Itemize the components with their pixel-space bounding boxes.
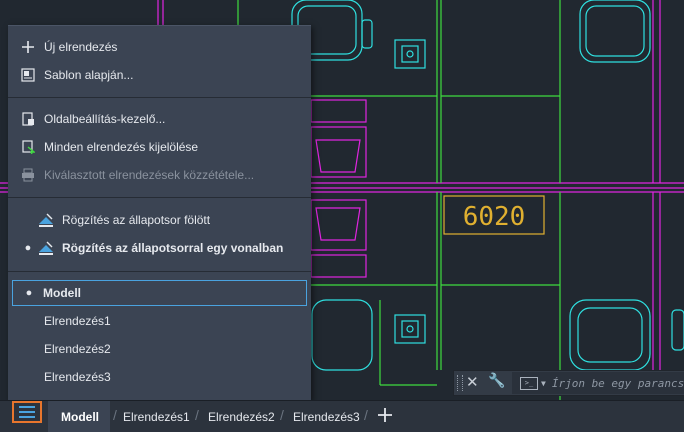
menu-divider — [8, 97, 311, 98]
select-all-label: Minden elrendezés kijelölése — [44, 140, 199, 154]
tab-divider: / — [364, 407, 368, 423]
tab-divider: / — [280, 407, 284, 423]
select-all-icon — [20, 139, 36, 155]
layout-label: Elrendezés2 — [44, 342, 111, 356]
tab-model[interactable]: Modell — [61, 401, 99, 432]
pin-above-icon — [38, 212, 54, 228]
menu-divider — [8, 271, 311, 272]
publish-selected-label: Kiválasztott elrendezések közzététele... — [44, 168, 255, 182]
layout-label: Elrendezés1 — [44, 314, 111, 328]
active-bullet: ● — [24, 242, 32, 254]
wrench-icon[interactable]: 🔧 — [488, 372, 505, 389]
new-layout-item[interactable]: Új elrendezés — [12, 34, 307, 60]
chevron-down-icon[interactable]: ▼ — [541, 379, 546, 388]
menu-divider — [8, 197, 311, 198]
publish-selected-item: Kiválasztott elrendezések közzététele... — [12, 162, 307, 188]
pin-inline-item[interactable]: ● Rögzítés az állapotsorral egy vonalban — [12, 235, 307, 261]
printer-icon — [20, 167, 36, 183]
pin-inline-icon — [38, 240, 54, 256]
plus-icon — [20, 39, 36, 55]
layout-item-model[interactable]: ● Modell — [12, 280, 307, 306]
layout-item-1[interactable]: Elrendezés1 — [12, 308, 307, 334]
active-bullet: ● — [25, 287, 33, 299]
tab-layout3[interactable]: Elrendezés3 — [293, 401, 360, 432]
pin-inline-label: Rögzítés az állapotsorral egy vonalban — [62, 241, 284, 255]
layout-label: Elrendezés3 — [44, 370, 111, 384]
command-prompt-icon[interactable]: >_ — [520, 376, 538, 390]
layout-tab-bar: Modell / Elrendezés1 / Elrendezés2 / Elr… — [0, 400, 684, 432]
layout-menu-button[interactable] — [12, 401, 42, 423]
layout-item-3[interactable]: Elrendezés3 — [12, 364, 307, 390]
tab-layout2[interactable]: Elrendezés2 — [208, 401, 275, 432]
select-all-item[interactable]: Minden elrendezés kijelölése — [12, 134, 307, 160]
room-number: 6020 — [463, 202, 526, 232]
pin-above-item[interactable]: Rögzítés az állapotsor fölött — [12, 207, 307, 233]
layout-menu: Új elrendezés Sablon alapján... Oldalbeá… — [8, 25, 311, 401]
tab-divider: / — [113, 407, 117, 423]
template-icon — [20, 67, 36, 83]
close-icon[interactable]: ✕ — [466, 373, 479, 391]
add-layout-button[interactable] — [376, 406, 394, 429]
layout-item-2[interactable]: Elrendezés2 — [12, 336, 307, 362]
tab-layout1[interactable]: Elrendezés1 — [123, 401, 190, 432]
grip-handle[interactable] — [457, 375, 463, 391]
page-setup-icon — [20, 111, 36, 127]
page-setup-item[interactable]: Oldalbeállítás-kezelő... — [12, 106, 307, 132]
pin-above-label: Rögzítés az állapotsor fölött — [62, 213, 211, 227]
hamburger-icon — [19, 406, 35, 418]
from-template-label: Sablon alapján... — [44, 68, 134, 82]
plus-icon — [378, 408, 392, 422]
command-input[interactable]: >_ ▼ Írjon be egy parancs — [512, 372, 684, 394]
command-placeholder: Írjon be egy parancs — [551, 376, 684, 390]
new-layout-label: Új elrendezés — [44, 40, 118, 54]
layout-label: Modell — [43, 286, 81, 300]
page-setup-label: Oldalbeállítás-kezelő... — [44, 112, 166, 126]
from-template-item[interactable]: Sablon alapján... — [12, 62, 307, 88]
tab-divider: / — [195, 407, 199, 423]
command-line[interactable]: ✕ 🔧 >_ ▼ Írjon be egy parancs — [453, 370, 684, 396]
